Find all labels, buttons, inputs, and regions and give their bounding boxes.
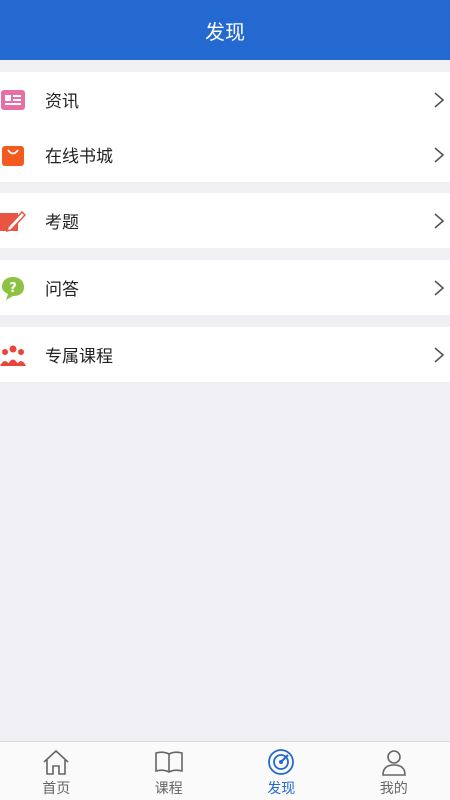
tab-courses[interactable]: 课程 [113, 742, 226, 800]
chevron-right-icon [434, 279, 445, 296]
svg-text:?: ? [9, 281, 17, 296]
shopping-bag-icon [0, 142, 26, 168]
pencil-paper-icon [0, 208, 26, 234]
menu-item-exam[interactable]: 考题 [0, 193, 450, 248]
menu-group-3: ? 问答 [0, 260, 450, 315]
tab-home[interactable]: 首页 [0, 742, 113, 800]
tab-label: 发现 [267, 781, 296, 797]
user-icon [381, 750, 406, 776]
page-title: 发现 [205, 19, 245, 44]
tab-label: 首页 [42, 781, 71, 797]
group-people-icon [0, 342, 26, 368]
menu-item-label: 问答 [45, 280, 79, 300]
chevron-right-icon [434, 212, 445, 229]
menu-item-qa[interactable]: ? 问答 [0, 260, 450, 315]
question-bubble-icon: ? [0, 275, 26, 301]
menu-item-label: 考题 [45, 213, 79, 233]
menu-item-label: 资讯 [45, 92, 79, 112]
discover-icon [268, 749, 295, 775]
menu-item-news[interactable]: 资讯 [0, 72, 450, 127]
home-icon [43, 749, 69, 775]
bottom-tab-bar: 首页 课程 发现 我的 [0, 741, 450, 800]
menu-group-4: 专属课程 [0, 327, 450, 382]
tab-mine[interactable]: 我的 [338, 742, 450, 800]
tab-label: 我的 [379, 781, 408, 797]
chevron-right-icon [434, 346, 445, 363]
menu-group-1: 资讯 在线书城 [0, 72, 450, 182]
menu-group-2: 考题 [0, 193, 450, 248]
chevron-right-icon [434, 91, 445, 108]
menu-item-label: 专属课程 [45, 347, 113, 367]
tab-discover[interactable]: 发现 [225, 742, 338, 800]
tab-label: 课程 [154, 781, 183, 797]
news-icon [0, 87, 26, 113]
book-icon [154, 751, 183, 773]
menu-item-label: 在线书城 [45, 147, 113, 167]
chevron-right-icon [434, 146, 445, 163]
header-bar: 发现 [0, 0, 450, 60]
menu-item-bookstore[interactable]: 在线书城 [0, 127, 450, 182]
menu-item-exclusive-course[interactable]: 专属课程 [0, 327, 450, 382]
